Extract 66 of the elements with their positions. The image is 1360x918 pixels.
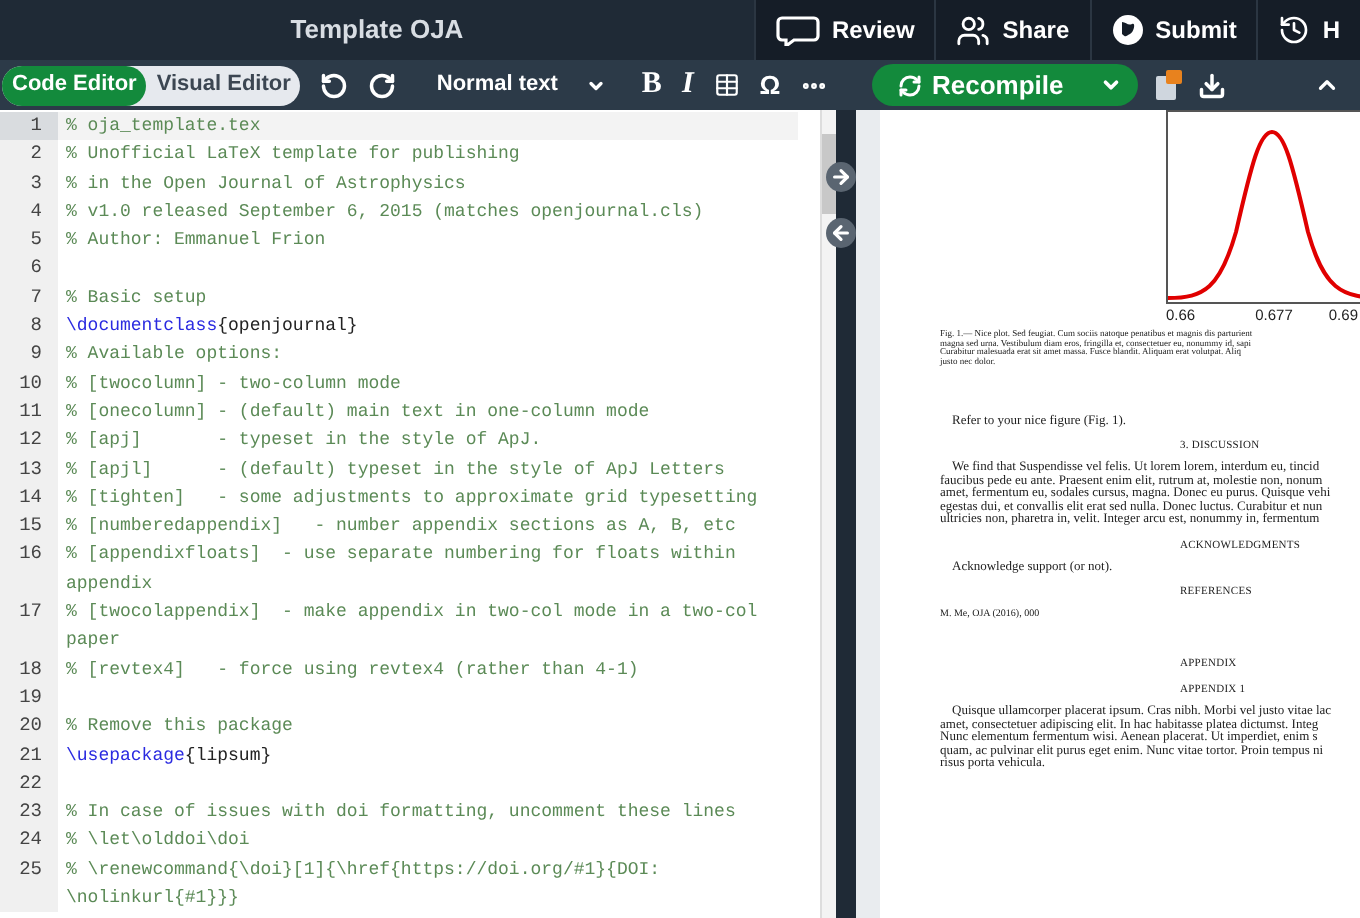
symbol-button[interactable]: Ω (759, 65, 781, 105)
code-line: % Unofficial LaTeX template for publishing (64, 142, 522, 169)
code-line: % Basic setup (64, 285, 209, 312)
line-number: 3 (0, 169, 58, 198)
code-line: % \renewcommand{\doi}[1]{\href{https://doi.org/#1}{DOI: \nolinkurl{#1}}} (64, 857, 663, 913)
code-line: % Available options: (64, 342, 285, 369)
code-line: % [tighten] - some adjustments to approximate grid typesetting (64, 485, 760, 512)
line-number: 5 (0, 226, 58, 255)
line-number: 14 (0, 483, 58, 513)
code-line: % \let\olddoi\doi (64, 828, 252, 855)
line-number: 18 (0, 655, 58, 684)
code-line: % [onecolumn] - (default) main text in one-column mode (64, 399, 652, 426)
code-line: % [revtex4] - force using revtex4 (rather than 4-1) (64, 657, 641, 684)
line-number: 24 (0, 826, 58, 856)
window-title: Template OJA (290, 12, 464, 49)
line-number: 22 (0, 769, 58, 799)
editor-mode-tab[interactable]: Code Editor (2, 65, 147, 105)
bold-button[interactable]: B (641, 62, 662, 108)
editor-scrollbar[interactable] (820, 110, 836, 918)
arrow-right-icon (830, 166, 852, 188)
italic-button[interactable]: I (681, 62, 694, 108)
line-number: 19 (0, 683, 58, 713)
history-icon (1278, 14, 1311, 46)
editor-mode-tab[interactable]: Visual Editor (146, 65, 301, 105)
line-number: 20 (0, 712, 58, 742)
line-number: 25 (0, 855, 58, 913)
people-icon (956, 13, 991, 47)
arrow-left-icon (830, 222, 852, 244)
line-number: 15 (0, 512, 58, 541)
line-number: 17 (0, 598, 58, 656)
line-number: 2 (0, 140, 58, 170)
line-number: 8 (0, 312, 58, 341)
line-number: 7 (0, 283, 58, 313)
text-style-dropdown[interactable]: Normal text (436, 68, 606, 102)
line-number: 21 (0, 741, 58, 770)
line-number: 9 (0, 340, 58, 370)
code-line: \documentclass{openjournal} (64, 314, 360, 341)
code-line: \usepackage{lipsum} (64, 743, 274, 770)
caret-icon[interactable] (1099, 74, 1122, 96)
code-line: % [appendixfloats] - use separate numbering for floats within appendix (64, 542, 738, 598)
code-line: % Author: Emmanuel Frion (64, 228, 328, 255)
code-line: % [numberedappendix] - number appendix sections as A, B, etc (64, 514, 738, 541)
code-line: % In case of issues with doi formatting, uncomment these lines (64, 800, 738, 827)
refresh-icon (898, 73, 922, 97)
line-number: 4 (0, 197, 58, 227)
line-number: 23 (0, 798, 58, 827)
code-line: % in the Open Journal of Astrophysics (64, 171, 468, 198)
document-icon[interactable] (1153, 69, 1182, 101)
speech-bubble-icon (775, 14, 820, 46)
line-number: 6 (0, 254, 58, 284)
code-line: % [twocolappendix] - make appendix in two-col mode in a two-col paper (64, 600, 760, 655)
line-number: 12 (0, 426, 58, 456)
undo-icon[interactable] (320, 71, 349, 99)
code-line: % Remove this package (64, 714, 295, 741)
line-number: 16 (0, 540, 58, 599)
line-number: 10 (0, 369, 58, 398)
table-icon[interactable] (713, 72, 740, 98)
redo-icon[interactable] (368, 71, 397, 99)
line-number: 13 (0, 455, 58, 484)
code-line: % [apjl] - (default) typeset in the style of ApJ Letters (64, 457, 727, 484)
code-line: % [twocolumn] - two-column mode (64, 371, 403, 398)
download-icon[interactable] (1197, 71, 1226, 99)
line-number: 1 (0, 112, 58, 141)
code-line: % [apj] - typeset in the style of ApJ. (64, 428, 544, 455)
code-line: % v1.0 released September 6, 2015 (matches openjournal.cls) (64, 199, 706, 226)
line-number: 11 (0, 397, 58, 427)
